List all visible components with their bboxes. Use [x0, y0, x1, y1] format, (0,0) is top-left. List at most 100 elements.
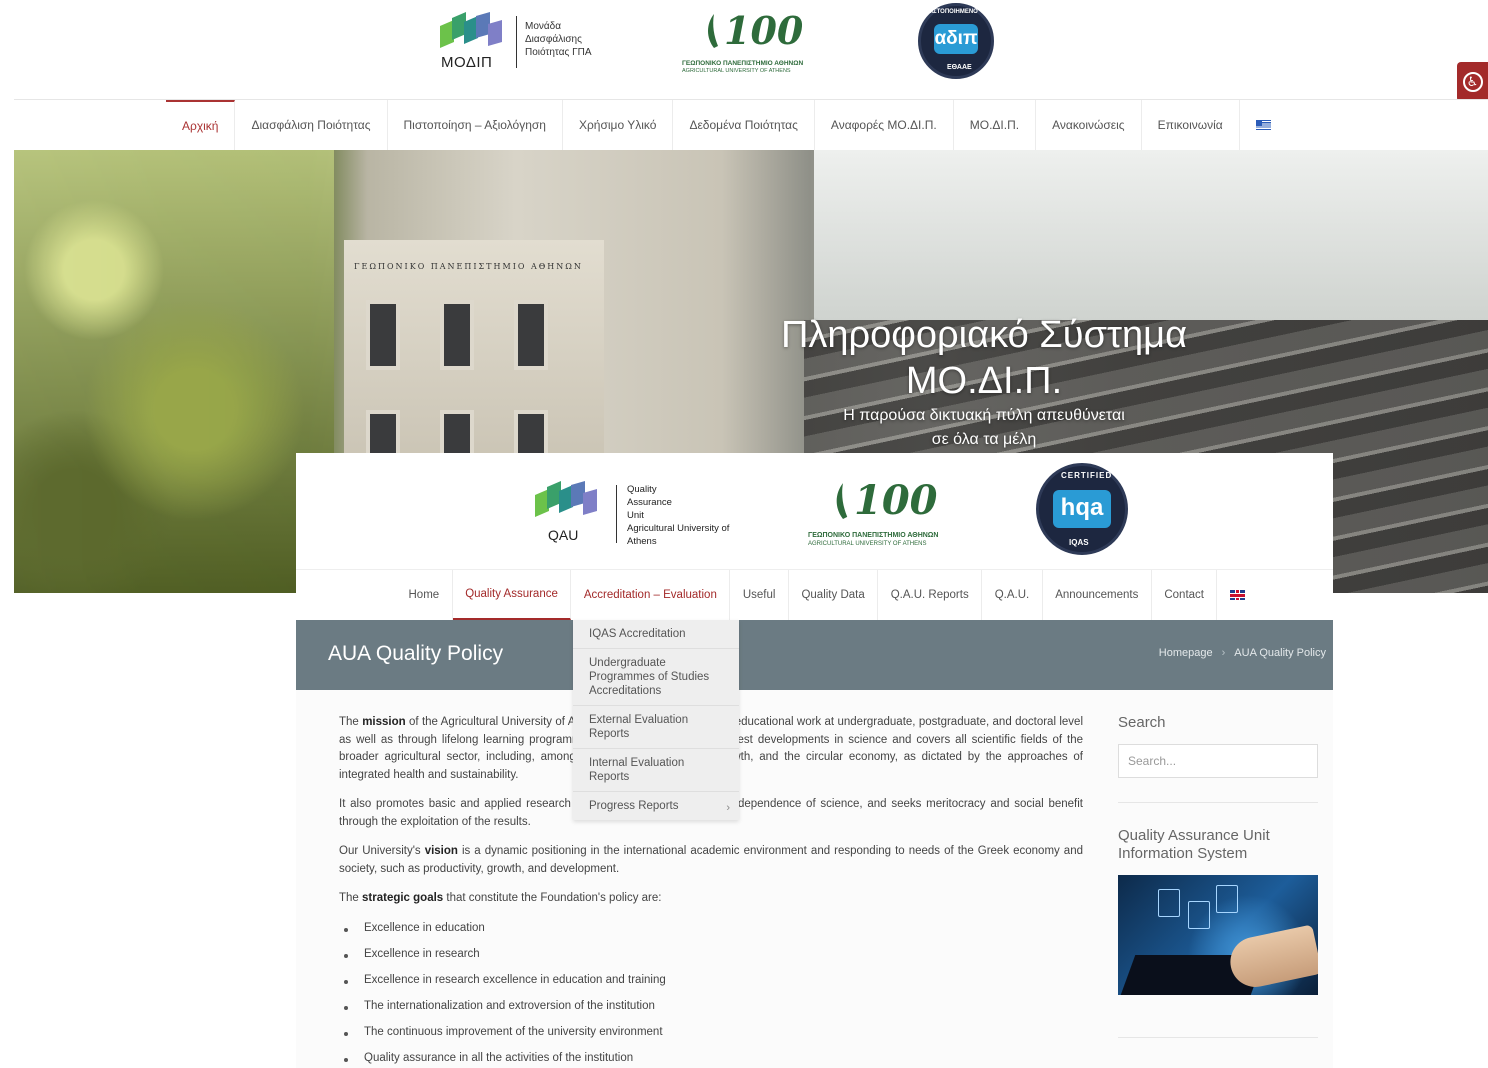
hand-illustration: [1225, 924, 1318, 992]
building-inscription: ΓΕΩΠΟΝΙΚΟ ΠΑΝΕΠΙΣΤΗΜΙΟ ΑΘΗΝΩΝ: [354, 262, 583, 271]
en-main-nav: Home Quality Assurance Accreditation – E…: [296, 569, 1333, 620]
gr-nav-modip[interactable]: ΜΟ.ΔΙ.Π.: [954, 100, 1037, 150]
dropdown-item-undergraduate-accreditations[interactable]: Undergraduate Programmes of Studies Accr…: [573, 649, 739, 706]
search-widget-title: Search: [1118, 714, 1166, 731]
modip-logo-subtitle: Μονάδα Διασφάλισης Ποιότητας ΓΠΑ: [525, 21, 592, 58]
logo-divider: [616, 485, 617, 543]
text-span: Our University's: [339, 845, 425, 857]
en-nav-useful[interactable]: Useful: [730, 570, 789, 620]
gr-nav-home[interactable]: Αρχική: [166, 100, 236, 150]
centennial-line-greek: ΓΕΩΠΟΝΙΚΟ ΠΑΝΕΠΙΣΤΗΜΙΟ ΑΘΗΝΩΝ: [808, 532, 939, 539]
document-icon: [1158, 889, 1180, 917]
centennial-number: 100: [724, 8, 804, 53]
list-item: Excellence in research excellence in edu…: [339, 972, 1083, 998]
en-nav-qau[interactable]: Q.A.U.: [982, 570, 1043, 620]
uk-flag-icon: [1229, 590, 1245, 600]
en-nav-contact[interactable]: Contact: [1152, 570, 1218, 620]
seal-ring-text: CERTIFIED: [1061, 471, 1113, 480]
seal-mark: αδιπ: [934, 24, 978, 54]
centennial-line-greek: ΓΕΩΠΟΝΙΚΟ ΠΑΝΕΠΙΣΤΗΜΙΟ ΑΘΗΝΩΝ: [682, 60, 804, 67]
centennial-line-english: AGRICULTURAL UNIVERSITY OF ATHENS: [682, 68, 791, 74]
content-area: The mission of the Agricultural Universi…: [296, 690, 1333, 1068]
gr-nav-reports[interactable]: Αναφορές ΜΟ.ΔΙ.Π.: [815, 100, 954, 150]
vision-keyword: vision: [424, 845, 458, 857]
adip-certification-seal[interactable]: ΠΙΣΤΟΠΟΙΗΜΕΝΟ αδιπ ΕΘΑΑΕ: [918, 3, 994, 79]
dropdown-item-progress-reports[interactable]: Progress Reports ›: [573, 792, 739, 820]
gr-nav-quality-assurance[interactable]: Διασφάλιση Ποιότητας: [235, 100, 388, 150]
qa-information-system-image[interactable]: [1118, 875, 1318, 995]
breadcrumb-home-link[interactable]: Homepage: [1159, 647, 1213, 659]
vision-paragraph: Our University's vision is a dynamic pos…: [339, 843, 1083, 878]
gr-nav-announcements[interactable]: Ανακοινώσεις: [1036, 100, 1142, 150]
gr-nav-accreditation[interactable]: Πιστοποίηση – Αξιολόγηση: [388, 100, 563, 150]
strategic-goals-list: Excellence in education Excellence in re…: [339, 920, 1083, 1068]
document-icon: [1188, 901, 1210, 929]
dropdown-item-iqas-accreditation[interactable]: IQAS Accreditation: [573, 620, 739, 649]
seal-bottom-text: ΕΘΑΑΕ: [947, 64, 972, 71]
list-item: Excellence in research: [339, 946, 1083, 972]
en-nav-quality-data[interactable]: Quality Data: [789, 570, 879, 620]
breadcrumb-current: AUA Quality Policy: [1234, 647, 1326, 659]
dropdown-item-label: Progress Reports: [589, 800, 679, 812]
text-span: The: [339, 716, 363, 728]
list-item: The continuous improvement of the univer…: [339, 1024, 1083, 1050]
breadcrumb: Homepage › AUA Quality Policy: [1159, 647, 1326, 659]
en-nav-language-switch[interactable]: [1217, 570, 1257, 620]
aua-centennial-logo[interactable]: 100 ΓΕΩΠΟΝΙΚΟ ΠΑΝΕΠΙΣΤΗΜΙΟ ΑΘΗΝΩΝ AGRICU…: [678, 8, 828, 74]
en-nav-home[interactable]: Home: [396, 570, 453, 620]
gr-site-header: ΜΟΔΙΠ Μονάδα Διασφάλισης Ποιότητας ΓΠΑ 1…: [0, 0, 1488, 100]
search-input[interactable]: [1118, 744, 1318, 778]
qau-logo-abbr: QAU: [548, 527, 579, 543]
hero-hall-ceiling: [814, 150, 1488, 320]
en-nav-quality-assurance[interactable]: Quality Assurance: [452, 570, 572, 620]
accessibility-icon: ♿: [1462, 72, 1483, 92]
list-item: The internationalization and extroversio…: [339, 998, 1083, 1024]
breadcrumb-separator: ›: [1221, 647, 1226, 659]
hero-subtitle: Η παρούσα δικτυακή πύλη απευθύνεται σε ό…: [843, 407, 1125, 448]
page-title: AUA Quality Policy: [328, 642, 504, 665]
laurel-icon: [836, 483, 848, 519]
seal-bottom-text: IQAS: [1069, 538, 1089, 547]
sidebar-divider: [1118, 802, 1318, 803]
dropdown-item-internal-evaluation-reports[interactable]: Internal Evaluation Reports: [573, 749, 739, 792]
logo-divider: [516, 16, 517, 68]
gr-main-nav: Αρχική Διασφάλιση Ποιότητας Πιστοποίηση …: [14, 99, 1488, 150]
gr-nav-useful[interactable]: Χρήσιμο Υλικό: [563, 100, 674, 150]
strategic-goals-keyword: strategic goals: [362, 892, 444, 904]
list-item: Quality assurance in all the activities …: [339, 1050, 1083, 1068]
aua-centennial-logo[interactable]: 100 ΓΕΩΠΟΝΙΚΟ ΠΑΝΕΠΙΣΤΗΜΙΟ ΑΘΗΝΩΝ AGRICU…: [804, 477, 974, 547]
building-window: [514, 300, 548, 370]
page-title-bar: AUA Quality Policy Homepage › AUA Quality …: [296, 620, 1333, 690]
building-window: [440, 300, 474, 370]
seal-ring-text: ΠΙΣΤΟΠΟΙΗΜΕΝΟ: [927, 9, 978, 15]
accessibility-toggle-button[interactable]: ♿: [1457, 62, 1488, 102]
greek-flag-icon: [1255, 120, 1271, 130]
centennial-line-english: AGRICULTURAL UNIVERSITY OF ATHENS: [808, 541, 927, 547]
text-span: The: [339, 892, 363, 904]
accreditation-dropdown-menu: IQAS Accreditation Undergraduate Program…: [573, 620, 739, 820]
qau-logo-subtitle: Quality Assurance Unit Agricultural Univ…: [627, 484, 730, 547]
qau-logo-mark[interactable]: [528, 481, 604, 521]
document-icon: [1216, 885, 1238, 913]
en-nav-qau-reports[interactable]: Q.A.U. Reports: [878, 570, 983, 620]
strategic-goals-intro: The strategic goals that constitute the …: [339, 890, 1083, 908]
qa-widget-title: Quality Assurance Unit Information Syste…: [1118, 827, 1270, 862]
hero-tree-image: [14, 150, 334, 593]
gr-nav-language-switch[interactable]: [1240, 100, 1287, 150]
en-site-header: QAU Quality Assurance Unit Agricultural …: [296, 453, 1333, 569]
laurel-icon: [708, 14, 718, 48]
en-nav-announcements[interactable]: Announcements: [1043, 570, 1152, 620]
building-window: [366, 300, 400, 370]
gr-nav-quality-data[interactable]: Δεδομένα Ποιότητας: [673, 100, 815, 150]
dropdown-item-external-evaluation-reports[interactable]: External Evaluation Reports: [573, 706, 739, 749]
text-span: that constitute the Foundation's policy …: [443, 892, 662, 904]
sidebar: Search Quality Assurance Unit Informatio…: [1118, 714, 1318, 1062]
en-nav-accreditation-evaluation[interactable]: Accreditation – Evaluation: [571, 570, 731, 620]
gr-nav-contact[interactable]: Επικοινωνία: [1142, 100, 1240, 150]
list-item: Excellence in education: [339, 920, 1083, 946]
modip-logo-abbr: ΜΟΔΙΠ: [441, 54, 493, 71]
chevron-right-icon: ›: [726, 802, 730, 814]
hero-title: Πληροφοριακό Σύστημα ΜΟ.ΔΙ.Π.: [780, 314, 1188, 402]
hqa-certification-seal[interactable]: CERTIFIED hqa IQAS: [1036, 463, 1128, 555]
mission-keyword: mission: [362, 716, 406, 728]
